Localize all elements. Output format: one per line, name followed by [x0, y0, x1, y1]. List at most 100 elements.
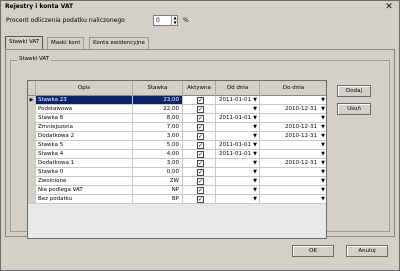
table-row[interactable]: Stawka 0 0,00 ✓ ▼ ▼	[28, 168, 326, 177]
chevron-down-icon[interactable]: ▼	[253, 159, 257, 167]
row-rate[interactable]: 5,00	[133, 141, 183, 150]
chevron-down-icon[interactable]: ▼	[321, 123, 325, 131]
row-to-date[interactable]: ▼	[260, 96, 326, 105]
row-rate[interactable]: 0,00	[133, 168, 183, 177]
add-button[interactable]: Dodaj	[337, 85, 371, 97]
row-from-date[interactable]: 2011-01-01 ▼	[216, 141, 260, 150]
row-description[interactable]: Stawka 8	[36, 114, 133, 123]
row-from-date[interactable]: ▼	[216, 123, 260, 132]
row-description[interactable]: Dodatkowa 1	[36, 159, 133, 168]
header-active[interactable]: Aktywna	[183, 81, 216, 96]
table-row[interactable]: Podstawowa 22,00 ✓ ▼ 2010-12-31 ▼	[28, 105, 326, 114]
header-rate[interactable]: Stawka	[133, 81, 183, 96]
active-checkbox[interactable]: ✓	[197, 115, 204, 122]
chevron-down-icon[interactable]: ▼	[253, 150, 257, 158]
chevron-down-icon[interactable]: ▼	[253, 141, 257, 149]
header-from[interactable]: Od dnia	[216, 81, 260, 96]
chevron-down-icon[interactable]: ▼	[253, 96, 257, 104]
active-checkbox[interactable]: ✓	[197, 97, 204, 104]
row-to-date[interactable]: ▼	[260, 177, 326, 186]
chevron-down-icon[interactable]: ▼	[321, 177, 325, 185]
row-rate[interactable]: 7,00	[133, 123, 183, 132]
tab-vat-rates[interactable]: Stawki VAT	[5, 36, 44, 49]
remove-button[interactable]: Usuń	[337, 103, 371, 115]
chevron-down-icon[interactable]: ▼	[253, 177, 257, 185]
row-to-date[interactable]: ▼	[260, 141, 326, 150]
row-description[interactable]: Stawka 5	[36, 141, 133, 150]
row-from-date[interactable]: 2011-01-01 ▼	[216, 150, 260, 159]
active-checkbox[interactable]: ✓	[197, 178, 204, 185]
table-row[interactable]: Zmniejszona 7,00 ✓ ▼ 2010-12-31 ▼	[28, 123, 326, 132]
table-row[interactable]: Zwolnione ZW ✓ ▼ ▼	[28, 177, 326, 186]
chevron-down-icon[interactable]: ▼	[253, 123, 257, 131]
row-description[interactable]: Stawka 23	[36, 96, 133, 105]
chevron-down-icon[interactable]: ▼	[253, 186, 257, 194]
chevron-down-icon[interactable]: ▼	[321, 132, 325, 140]
row-description[interactable]: Stawka 0	[36, 168, 133, 177]
row-to-date[interactable]: 2010-12-31 ▼	[260, 159, 326, 168]
header-to[interactable]: Do dnia	[260, 81, 326, 96]
chevron-down-icon[interactable]: ▼	[321, 195, 325, 203]
chevron-down-icon[interactable]: ▼	[253, 168, 257, 176]
active-checkbox[interactable]: ✓	[197, 196, 204, 203]
row-description[interactable]: Nie podlega VAT	[36, 186, 133, 195]
chevron-down-icon[interactable]: ▼	[321, 186, 325, 194]
chevron-down-icon[interactable]: ▼	[321, 168, 325, 176]
active-checkbox[interactable]: ✓	[197, 106, 204, 113]
row-from-date[interactable]: ▼	[216, 177, 260, 186]
row-description[interactable]: Zwolnione	[36, 177, 133, 186]
row-to-date[interactable]: ▼	[260, 168, 326, 177]
tab-register-accounts[interactable]: Konta ewidencyjne	[89, 37, 149, 49]
active-checkbox[interactable]: ✓	[197, 160, 204, 167]
row-to-date[interactable]: ▼	[260, 114, 326, 123]
row-from-date[interactable]: ▼	[216, 168, 260, 177]
chevron-down-icon[interactable]: ▼	[321, 114, 325, 122]
table-row[interactable]: Dodatkowa 2 3,00 ✓ ▼ 2010-12-31 ▼	[28, 132, 326, 141]
row-to-date[interactable]: 2010-12-31 ▼	[260, 105, 326, 114]
row-from-date[interactable]: ▼	[216, 105, 260, 114]
chevron-down-icon[interactable]: ▼	[253, 114, 257, 122]
table-row[interactable]: Bez podatku BP ✓ ▼ ▼	[28, 195, 326, 204]
row-to-date[interactable]: ▼	[260, 150, 326, 159]
row-from-date[interactable]: 2011-01-01 ▼	[216, 96, 260, 105]
row-description[interactable]: Podstawowa	[36, 105, 133, 114]
cancel-button[interactable]: Anuluj	[346, 245, 388, 257]
active-checkbox[interactable]: ✓	[197, 124, 204, 131]
row-from-date[interactable]: 2011-01-01 ▼	[216, 114, 260, 123]
chevron-down-icon[interactable]: ▼	[321, 159, 325, 167]
active-checkbox[interactable]: ✓	[197, 142, 204, 149]
row-from-date[interactable]: ▼	[216, 132, 260, 141]
row-rate[interactable]: 22,00	[133, 105, 183, 114]
row-rate[interactable]: BP	[133, 195, 183, 204]
table-row[interactable]: ▶ Stawka 23 23,00 ✓ 2011-01-01 ▼ ▼	[28, 96, 326, 105]
spin-down-icon[interactable]: ▼	[172, 20, 178, 25]
ok-button[interactable]: OK	[292, 245, 334, 257]
row-rate[interactable]: 3,00	[133, 159, 183, 168]
row-to-date[interactable]: 2010-12-31 ▼	[260, 132, 326, 141]
chevron-down-icon[interactable]: ▼	[253, 132, 257, 140]
row-description[interactable]: Zmniejszona	[36, 123, 133, 132]
vat-rates-grid[interactable]: Opis Stawka Aktywna Od dnia Do dnia ▶ Sta…	[27, 80, 327, 239]
active-checkbox[interactable]: ✓	[197, 151, 204, 158]
chevron-down-icon[interactable]: ▼	[253, 195, 257, 203]
row-to-date[interactable]: 2010-12-31 ▼	[260, 123, 326, 132]
row-from-date[interactable]: ▼	[216, 186, 260, 195]
percent-spinner[interactable]: ▲ ▼	[171, 15, 178, 26]
row-rate[interactable]: 4,00	[133, 150, 183, 159]
tab-account-masks[interactable]: Maski kont	[47, 37, 85, 49]
chevron-down-icon[interactable]: ▼	[253, 105, 257, 113]
active-checkbox[interactable]: ✓	[197, 133, 204, 140]
active-checkbox[interactable]: ✓	[197, 187, 204, 194]
row-rate[interactable]: 8,00	[133, 114, 183, 123]
table-row[interactable]: Stawka 4 4,00 ✓ 2011-01-01 ▼ ▼	[28, 150, 326, 159]
close-icon[interactable]: ✕	[384, 2, 394, 12]
row-rate[interactable]: ZW	[133, 177, 183, 186]
row-rate[interactable]: 3,00	[133, 132, 183, 141]
table-row[interactable]: Dodatkowa 1 3,00 ✓ ▼ 2010-12-31 ▼	[28, 159, 326, 168]
chevron-down-icon[interactable]: ▼	[321, 96, 325, 104]
chevron-down-icon[interactable]: ▼	[321, 105, 325, 113]
table-row[interactable]: Stawka 5 5,00 ✓ 2011-01-01 ▼ ▼	[28, 141, 326, 150]
row-to-date[interactable]: ▼	[260, 186, 326, 195]
row-from-date[interactable]: ▼	[216, 195, 260, 204]
row-description[interactable]: Stawka 4	[36, 150, 133, 159]
